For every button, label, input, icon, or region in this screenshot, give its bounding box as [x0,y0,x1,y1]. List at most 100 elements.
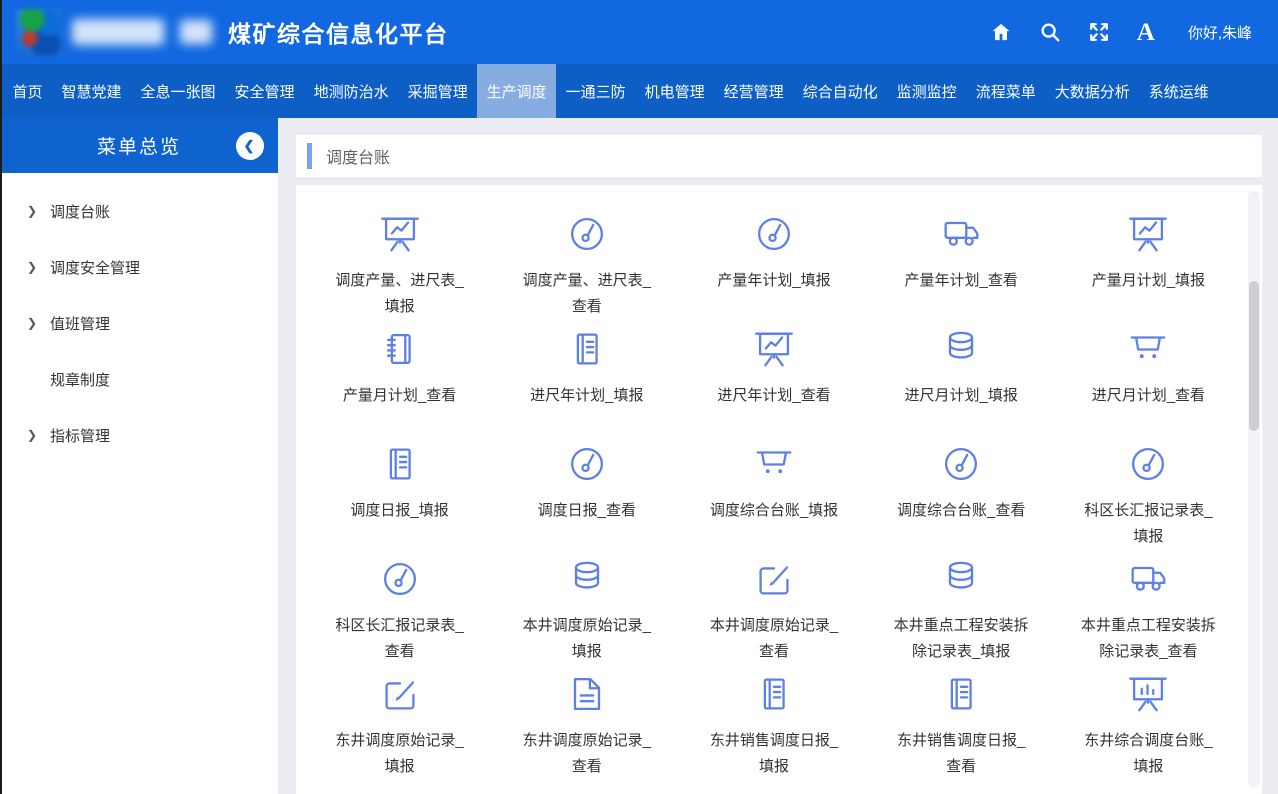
sidebar-item-3[interactable]: ❯值班管理 [0,295,278,351]
nav-tab-8[interactable]: 一通三防 [556,64,635,118]
nav-tab-15[interactable]: 系统运维 [1139,64,1218,118]
nav-tab-12[interactable]: 监测监控 [887,64,966,118]
nav-tab-1[interactable]: 首页 [3,64,52,118]
app-card-label: 产量月计划_填报 [1092,268,1205,294]
edit-icon [377,671,423,717]
app-card-label: 科区长汇报记录表_填报 [1078,498,1218,549]
app-card[interactable]: 调度日报_查看 [493,441,680,556]
nav-tab-4[interactable]: 安全管理 [225,64,304,118]
font-size-icon[interactable]: A [1137,20,1155,45]
body-row: 菜单总览 ❮ ❯调度台账❯调度安全管理❯值班管理❯规章制度❯指标管理 调度台账 … [0,118,1278,794]
app-card[interactable]: 进尺月计划_查看 [1055,326,1242,441]
database-icon [564,556,610,602]
nav-tab-10[interactable]: 经营管理 [714,64,793,118]
app-card[interactable]: 本井重点工程安装拆除记录表_查看 [1055,556,1242,671]
app-card-label: 进尺年计划_填报 [530,383,643,409]
search-icon[interactable] [1039,21,1061,43]
app-card[interactable]: 东井销售调度日报_填报 [680,671,867,786]
top-header: 煤矿综合信息化平台 A 你好,朱峰 [0,0,1278,64]
chevron-right-icon: ❯ [27,204,37,218]
cart-icon [751,441,797,487]
board-line-chart-icon [377,211,423,257]
app-card[interactable]: 东井调度原始记录_填报 [306,671,493,786]
sidebar-item-1[interactable]: ❯ 调度台账 [0,183,278,239]
gauge-icon [751,211,797,257]
gauge-icon [564,441,610,487]
home-icon[interactable] [990,21,1012,43]
user-greeting[interactable]: 你好,朱峰 [1188,22,1252,43]
board-bar-chart-icon [1125,671,1171,717]
app-card-grid: 调度产量、进尺表_填报调度产量、进尺表_查看产量年计划_填报产量年计划_查看产量… [306,211,1242,786]
nav-tab-7[interactable]: 生产调度 [477,64,556,118]
app-window: 煤矿综合信息化平台 A 你好,朱峰 首页智慧党建全息一张图安全管理地测防治水采掘… [0,0,1278,794]
sidebar-item-2[interactable]: ❯调度安全管理 [0,239,278,295]
app-card[interactable]: 产量年计划_填报 [680,211,867,326]
scrollbar-thumb[interactable] [1249,281,1259,431]
breadcrumb-label: 调度台账 [326,144,390,168]
app-card[interactable]: 东井销售调度日报_查看 [868,671,1055,786]
app-card[interactable]: 科区长汇报记录表_填报 [1055,441,1242,556]
collapse-sidebar-button[interactable]: ❮ [236,132,264,160]
nav-tab-6[interactable]: 采掘管理 [398,64,477,118]
app-card[interactable]: 调度综合台账_填报 [680,441,867,556]
app-card[interactable]: 调度产量、进尺表_填报 [306,211,493,326]
company-logo [16,9,62,55]
app-card-label: 进尺年计划_查看 [717,383,830,409]
app-card-label: 本井重点工程安装拆除记录表_查看 [1078,613,1218,664]
app-card[interactable]: 产量月计划_查看 [306,326,493,441]
app-card[interactable]: 本井重点工程安装拆除记录表_填报 [868,556,1055,671]
app-card[interactable]: 科区长汇报记录表_查看 [306,556,493,671]
scrollbar[interactable] [1248,191,1260,788]
book-lines-icon [377,441,423,487]
app-card[interactable]: 进尺月计划_填报 [868,326,1055,441]
main-nav: 首页智慧党建全息一张图安全管理地测防治水采掘管理生产调度一通三防机电管理经营管理… [0,64,1278,118]
redacted-text [180,20,212,44]
app-card[interactable]: 产量月计划_填报 [1055,211,1242,326]
app-card[interactable]: 调度日报_填报 [306,441,493,556]
app-card-label: 产量年计划_查看 [905,268,1018,294]
app-card[interactable]: 调度综合台账_查看 [868,441,1055,556]
breadcrumb-accent [307,143,312,169]
app-card-label: 产量年计划_填报 [717,268,830,294]
chevron-right-icon: ❯ [27,428,37,442]
truck-icon [1125,556,1171,602]
gauge-icon [1125,441,1171,487]
nav-tab-14[interactable]: 大数据分析 [1045,64,1139,118]
gauge-icon [938,441,984,487]
app-card-label: 东井销售调度日报_查看 [891,728,1031,779]
app-card[interactable]: 本井调度原始记录_填报 [493,556,680,671]
app-title: 煤矿综合信息化平台 [228,15,449,49]
nav-tab-13[interactable]: 流程菜单 [966,64,1045,118]
nav-tab-2[interactable]: 智慧党建 [52,64,131,118]
app-card[interactable]: 调度产量、进尺表_查看 [493,211,680,326]
sidebar-item-5[interactable]: ❯ 指标管理 [0,407,278,463]
app-card[interactable]: 东井综合调度台账_填报 [1055,671,1242,786]
sidebar-title: 菜单总览 [97,132,181,159]
brand-area: 煤矿综合信息化平台 [16,9,449,55]
app-card[interactable]: 东井调度原始记录_查看 [493,671,680,786]
book-lines-icon [564,326,610,372]
sidebar-header: 菜单总览 ❮ [0,118,278,173]
redacted-text [72,19,164,45]
fullscreen-icon[interactable] [1088,21,1110,43]
board-line-chart-icon [751,326,797,372]
app-card-label: 东井销售调度日报_填报 [704,728,844,779]
book-lines-icon [938,671,984,717]
sidebar-item-label: 调度安全管理 [50,257,140,278]
sidebar-item-label: 调度台账 [50,201,110,222]
app-card-label: 调度综合台账_填报 [710,498,838,524]
app-card[interactable]: 进尺年计划_查看 [680,326,867,441]
app-card-label: 进尺月计划_查看 [1092,383,1205,409]
app-card-label: 调度综合台账_查看 [897,498,1025,524]
app-card[interactable]: 本井调度原始记录_查看 [680,556,867,671]
sidebar-item-4[interactable]: ❯规章制度 [0,351,278,407]
app-card-label: 调度产量、进尺表_填报 [330,268,470,319]
nav-tab-5[interactable]: 地测防治水 [304,64,398,118]
nav-tab-11[interactable]: 综合自动化 [793,64,887,118]
sidebar-item-label: 指标管理 [50,425,110,446]
nav-tab-3[interactable]: 全息一张图 [131,64,225,118]
app-card[interactable]: 进尺年计划_填报 [493,326,680,441]
nav-tab-9[interactable]: 机电管理 [635,64,714,118]
app-card-label: 科区长汇报记录表_查看 [330,613,470,664]
app-card[interactable]: 产量年计划_查看 [868,211,1055,326]
